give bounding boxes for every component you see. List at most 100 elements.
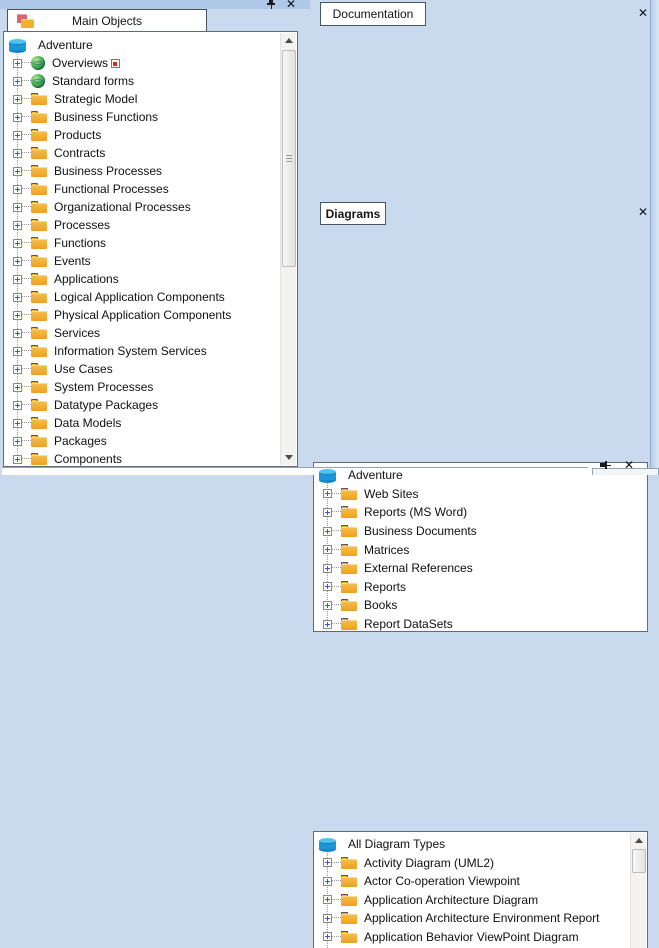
expand-toggle[interactable] bbox=[13, 167, 22, 176]
tree-connector bbox=[22, 278, 31, 280]
tree-row[interactable]: Overviews bbox=[4, 54, 281, 72]
tree-connector bbox=[22, 116, 31, 118]
expand-toggle[interactable] bbox=[323, 895, 332, 904]
tree-row[interactable]: Functional Processes bbox=[4, 180, 281, 198]
tree-connector bbox=[22, 98, 31, 100]
expand-toggle[interactable] bbox=[13, 329, 22, 338]
expand-toggle[interactable] bbox=[13, 347, 22, 356]
expand-toggle[interactable] bbox=[13, 437, 22, 446]
expand-toggle[interactable] bbox=[323, 914, 332, 923]
tree-row[interactable]: Report DataSets bbox=[314, 615, 647, 632]
diagrams-close-icon[interactable]: ✕ bbox=[638, 206, 648, 218]
tree-root-row[interactable]: All Diagram Types bbox=[314, 835, 631, 854]
expand-toggle[interactable] bbox=[13, 239, 22, 248]
tree-connector bbox=[22, 170, 31, 172]
tree-row[interactable]: Strategic Model bbox=[4, 90, 281, 108]
tree-row[interactable]: Web Sites bbox=[314, 485, 647, 504]
expand-toggle[interactable] bbox=[13, 293, 22, 302]
tree-row[interactable]: Organizational Processes bbox=[4, 198, 281, 216]
tree-item-label: Organizational Processes bbox=[54, 200, 191, 214]
documentation-close-icon[interactable]: ✕ bbox=[638, 7, 648, 19]
tree-row[interactable]: System Processes bbox=[4, 378, 281, 396]
scrollbar-thumb[interactable] bbox=[632, 849, 646, 873]
expand-toggle[interactable] bbox=[13, 221, 22, 230]
tree-root-row[interactable]: Adventure bbox=[314, 466, 647, 485]
expand-toggle[interactable] bbox=[323, 858, 332, 867]
tree-row[interactable]: Products bbox=[4, 126, 281, 144]
globe-icon bbox=[31, 56, 45, 70]
expand-toggle[interactable] bbox=[323, 877, 332, 886]
tree-row[interactable]: Events bbox=[4, 252, 281, 270]
tree-connector bbox=[22, 314, 31, 316]
expand-toggle[interactable] bbox=[323, 564, 332, 573]
tree-row[interactable]: Standard forms bbox=[4, 72, 281, 90]
diagrams-scrollbar[interactable] bbox=[630, 833, 646, 948]
expand-toggle[interactable] bbox=[323, 545, 332, 554]
tree-row[interactable]: Components bbox=[4, 450, 281, 467]
tree-row[interactable]: Matrices bbox=[314, 540, 647, 559]
scroll-up-button[interactable] bbox=[281, 33, 296, 48]
tree-row[interactable]: Processes bbox=[4, 216, 281, 234]
tree-row[interactable]: Packages bbox=[4, 432, 281, 450]
expand-toggle[interactable] bbox=[323, 489, 332, 498]
tree-row[interactable]: Data Models bbox=[4, 414, 281, 432]
tree-row[interactable]: Functions bbox=[4, 234, 281, 252]
tree-row[interactable]: Business Processes bbox=[4, 162, 281, 180]
expand-toggle[interactable] bbox=[13, 257, 22, 266]
close-icon[interactable]: ✕ bbox=[286, 0, 296, 9]
expand-toggle[interactable] bbox=[13, 311, 22, 320]
tree-root-row[interactable]: Adventure bbox=[4, 36, 281, 54]
tree-row[interactable]: Logical Application Components bbox=[4, 288, 281, 306]
tree-item-label: Standard forms bbox=[52, 74, 134, 88]
expand-toggle[interactable] bbox=[323, 932, 332, 941]
tree-row[interactable]: Services bbox=[4, 324, 281, 342]
expand-toggle[interactable] bbox=[323, 527, 332, 536]
expand-toggle[interactable] bbox=[13, 113, 22, 122]
expand-toggle[interactable] bbox=[13, 185, 22, 194]
tree-row[interactable]: External References bbox=[314, 559, 647, 578]
pin-icon[interactable] bbox=[266, 0, 276, 9]
tree-row[interactable]: Application Architecture Diagram bbox=[314, 891, 631, 910]
expand-toggle[interactable] bbox=[13, 419, 22, 428]
tree-row[interactable]: Reports (MS Word) bbox=[314, 503, 647, 522]
tree-row[interactable]: Use Cases bbox=[4, 360, 281, 378]
tree-row[interactable]: Information System Services bbox=[4, 342, 281, 360]
tree-row[interactable]: Reports bbox=[314, 578, 647, 597]
tree-row[interactable]: Business Documents bbox=[314, 522, 647, 541]
tree-row[interactable]: Actor Co-operation Viewpoint bbox=[314, 872, 631, 891]
expand-toggle[interactable] bbox=[13, 365, 22, 374]
tree-row[interactable]: Books bbox=[314, 596, 647, 615]
expand-toggle[interactable] bbox=[13, 275, 22, 284]
tree-row[interactable]: Application Co-operation Viewpoint Diagr… bbox=[314, 946, 631, 948]
expand-toggle[interactable] bbox=[13, 383, 22, 392]
expand-toggle[interactable] bbox=[13, 77, 22, 86]
expand-toggle[interactable] bbox=[323, 601, 332, 610]
tab-main-objects[interactable]: Main Objects bbox=[7, 9, 207, 32]
expand-toggle[interactable] bbox=[323, 620, 332, 629]
tree-row[interactable]: Activity Diagram (UML2) bbox=[314, 854, 631, 873]
expand-toggle[interactable] bbox=[13, 149, 22, 158]
scroll-up-button[interactable] bbox=[631, 833, 646, 848]
tab-diagrams[interactable]: Diagrams bbox=[320, 202, 386, 225]
expand-toggle[interactable] bbox=[13, 131, 22, 140]
tree-row[interactable]: Physical Application Components bbox=[4, 306, 281, 324]
tree-row[interactable]: Application Architecture Environment Rep… bbox=[314, 909, 631, 928]
expand-toggle[interactable] bbox=[13, 95, 22, 104]
tab-documentation[interactable]: Documentation bbox=[320, 2, 426, 26]
expand-toggle[interactable] bbox=[13, 203, 22, 212]
expand-toggle[interactable] bbox=[13, 455, 22, 464]
expand-toggle[interactable] bbox=[323, 508, 332, 517]
main-objects-scrollbar[interactable] bbox=[280, 33, 296, 465]
scrollbar-thumb[interactable] bbox=[282, 50, 296, 267]
folder-icon bbox=[341, 581, 357, 593]
scroll-down-button[interactable] bbox=[281, 450, 296, 465]
expand-toggle[interactable] bbox=[13, 401, 22, 410]
tree-row[interactable]: Application Behavior ViewPoint Diagram bbox=[314, 928, 631, 947]
tree-row[interactable]: Business Functions bbox=[4, 108, 281, 126]
tree-connector bbox=[22, 440, 31, 442]
expand-toggle[interactable] bbox=[13, 59, 22, 68]
expand-toggle[interactable] bbox=[323, 582, 332, 591]
tree-row[interactable]: Contracts bbox=[4, 144, 281, 162]
tree-row[interactable]: Datatype Packages bbox=[4, 396, 281, 414]
tree-row[interactable]: Applications bbox=[4, 270, 281, 288]
